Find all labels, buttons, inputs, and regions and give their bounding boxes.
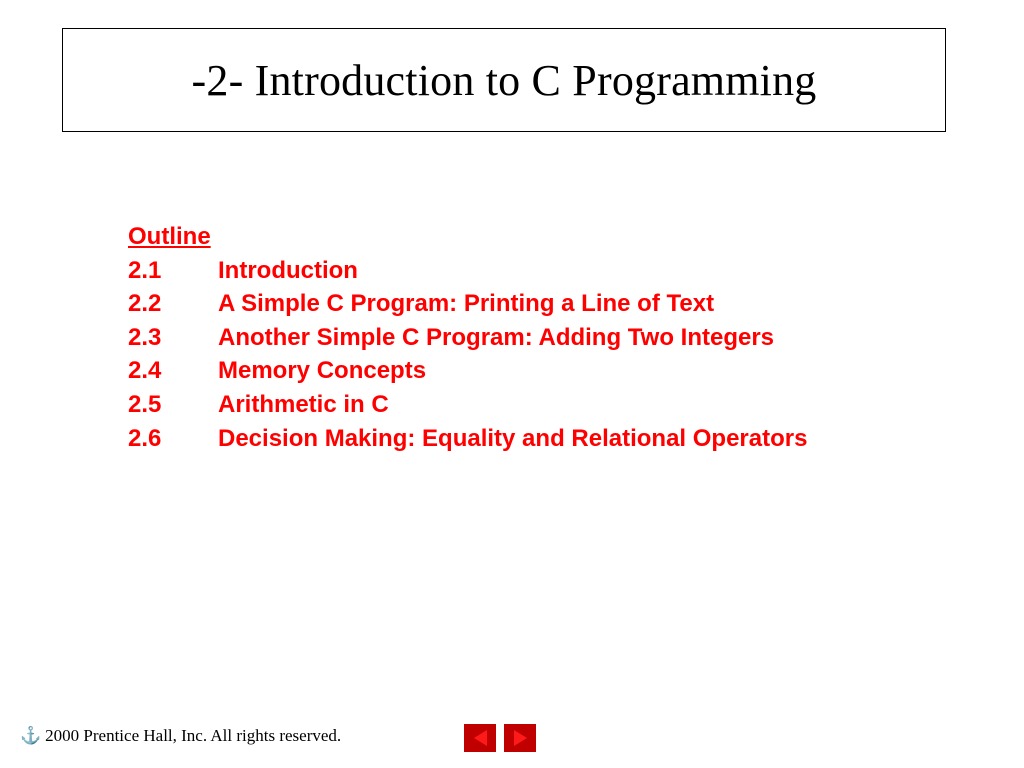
- outline-item: 2.6 Decision Making: Equality and Relati…: [128, 422, 807, 456]
- slide-title: -2- Introduction to C Programming: [192, 55, 817, 106]
- outline-item-number: 2.6: [128, 422, 218, 456]
- next-button[interactable]: [504, 724, 536, 752]
- outline-item-number: 2.4: [128, 354, 218, 388]
- outline-item-label: Decision Making: Equality and Relational…: [218, 422, 807, 456]
- outline-item-label: Introduction: [218, 254, 358, 288]
- outline-item: 2.2 A Simple C Program: Printing a Line …: [128, 287, 807, 321]
- outline-item-label: A Simple C Program: Printing a Line of T…: [218, 287, 714, 321]
- outline-item-label: Another Simple C Program: Adding Two Int…: [218, 321, 774, 355]
- footer: ⚓ 2000 Prentice Hall, Inc. All rights re…: [20, 726, 341, 746]
- triangle-right-icon: [514, 730, 527, 746]
- copyright-text: 2000 Prentice Hall, Inc. All rights rese…: [45, 726, 341, 746]
- outline-item: 2.5 Arithmetic in C: [128, 388, 807, 422]
- outline-item: 2.4 Memory Concepts: [128, 354, 807, 388]
- prev-button[interactable]: [464, 724, 496, 752]
- title-frame: -2- Introduction to C Programming: [62, 28, 946, 132]
- outline-item: 2.1 Introduction: [128, 254, 807, 288]
- outline-heading: Outline: [128, 220, 807, 254]
- outline-item-label: Memory Concepts: [218, 354, 426, 388]
- anchor-icon: ⚓: [20, 726, 41, 746]
- outline-block: Outline 2.1 Introduction 2.2 A Simple C …: [128, 220, 807, 455]
- outline-item-number: 2.5: [128, 388, 218, 422]
- outline-item: 2.3 Another Simple C Program: Adding Two…: [128, 321, 807, 355]
- triangle-left-icon: [474, 730, 487, 746]
- nav-buttons: [464, 724, 536, 752]
- outline-item-number: 2.3: [128, 321, 218, 355]
- outline-item-number: 2.2: [128, 287, 218, 321]
- outline-item-label: Arithmetic in C: [218, 388, 389, 422]
- outline-item-number: 2.1: [128, 254, 218, 288]
